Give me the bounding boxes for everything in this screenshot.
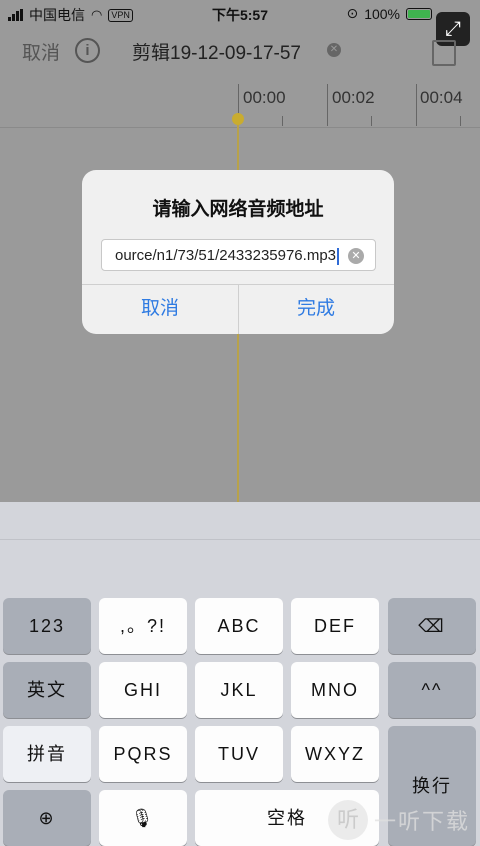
url-input-dialog: 请输入网络音频地址 ource/n1/73/51/2433235976.mp3 … <box>82 170 394 334</box>
candidate-bar <box>0 502 480 540</box>
playhead-handle[interactable] <box>232 113 244 125</box>
info-icon[interactable]: i <box>75 38 100 63</box>
key-jkl[interactable]: JKL <box>195 662 283 718</box>
battery-percent: 100% <box>364 5 400 22</box>
tick-label: 00:00 <box>243 88 286 107</box>
text-caret <box>337 247 339 265</box>
key-pinyin[interactable]: 拼音 <box>3 726 91 782</box>
export-icon[interactable] <box>432 40 456 66</box>
key-def[interactable]: DEF <box>291 598 379 654</box>
backspace-icon[interactable]: ⌫ <box>388 598 476 654</box>
url-input[interactable]: ource/n1/73/51/2433235976.mp3 ✕ <box>101 239 376 271</box>
tick-minor <box>460 116 461 126</box>
key-tuv[interactable]: TUV <box>195 726 283 782</box>
editor-header: 取消 i 剪辑19-12-09-17-57 ✕ <box>0 28 480 74</box>
dialog-cancel-button[interactable]: 取消 <box>82 284 238 334</box>
key-pqrs[interactable]: PQRS <box>99 726 187 782</box>
watermark-text: 一听下载 <box>373 809 470 834</box>
key-ghi[interactable]: GHI <box>99 662 187 718</box>
key-mno[interactable]: MNO <box>291 662 379 718</box>
status-right: ⊙ 100% <box>346 5 432 22</box>
key-123[interactable]: 123 <box>3 598 91 654</box>
tick-minor <box>371 116 372 126</box>
keyboard: 123 ,。?! ABC DEF ⌫ 英文 GHI JKL MNO ^^ 拼音 … <box>0 502 480 846</box>
tick-label: 00:02 <box>332 88 375 107</box>
cancel-button[interactable]: 取消 <box>22 38 60 65</box>
key-wxyz[interactable]: WXYZ <box>291 726 379 782</box>
battery-icon <box>406 7 432 20</box>
microphone-icon[interactable]: 🎙 <box>99 790 187 846</box>
watermark: 听 一听下载 <box>327 800 470 840</box>
dialog-done-button[interactable]: 完成 <box>238 284 394 334</box>
dialog-title: 请输入网络音频地址 <box>152 199 324 220</box>
globe-icon[interactable]: ⊕ <box>3 790 91 846</box>
watermark-logo: 听 <box>327 800 368 840</box>
tick-major <box>327 84 328 126</box>
key-emoticon[interactable]: ^^ <box>388 662 476 718</box>
tick-minor <box>282 116 283 126</box>
clear-title-icon[interactable]: ✕ <box>327 43 341 57</box>
clear-input-icon[interactable]: ✕ <box>348 248 364 264</box>
orientation-lock-icon: ⊙ <box>346 5 359 21</box>
tick-major <box>416 84 417 126</box>
clip-title[interactable]: 剪辑19-12-09-17-57 <box>132 38 301 65</box>
key-punctuation[interactable]: ,。?! <box>99 598 187 654</box>
status-bar: 中国电信 ◠ VPN 下午5:57 ⊙ 100% <box>0 0 480 28</box>
url-input-value[interactable]: ource/n1/73/51/2433235976.mp3 <box>115 247 339 265</box>
key-english[interactable]: 英文 <box>3 662 91 718</box>
key-abc[interactable]: ABC <box>195 598 283 654</box>
tick-label: 00:04 <box>420 88 463 107</box>
